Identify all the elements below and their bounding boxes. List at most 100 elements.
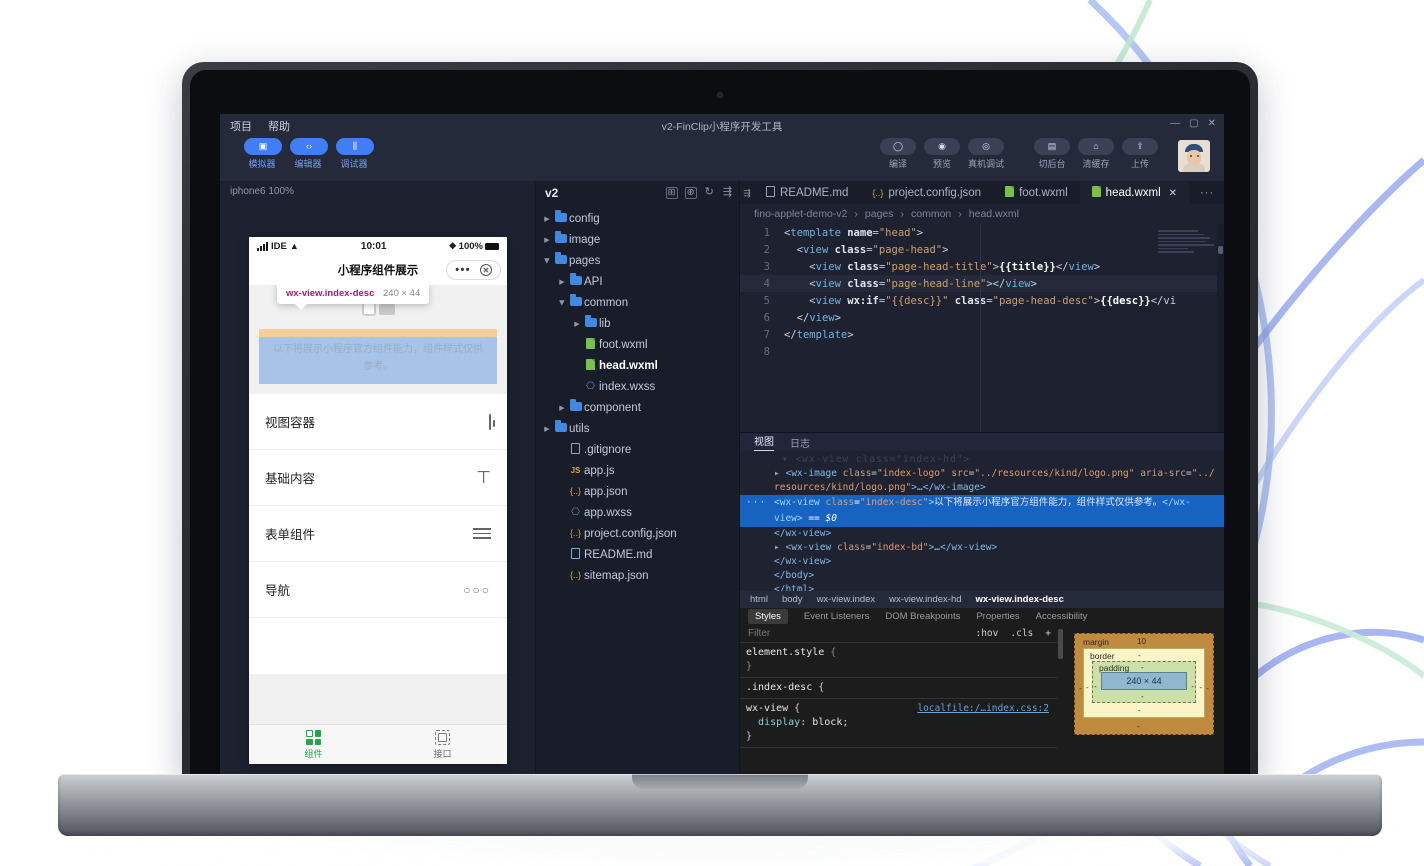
file-tree-item[interactable]: ▶⎔app.wxss xyxy=(536,502,739,523)
box-padding-left[interactable]: - xyxy=(1094,682,1097,691)
new-folder-icon[interactable]: ⊕ xyxy=(685,187,697,199)
minimize-button[interactable]: — xyxy=(1170,118,1180,129)
chevron-right-icon[interactable]: ▶ xyxy=(542,236,552,244)
file-tree-item[interactable]: ▶⎔index.wxss xyxy=(536,376,739,397)
box-margin-left[interactable]: - xyxy=(1079,684,1082,693)
dom-tree[interactable]: ▾ <wx-view class="index-hd">▸ <wx-image … xyxy=(740,451,1224,591)
debugger-toggle-button[interactable]: ⫼ 调试器 xyxy=(336,138,372,170)
styles-filter-bar[interactable]: Filter :hov .cls + xyxy=(740,625,1057,643)
code-line[interactable]: 3 <view class="page-head-title">{{title}… xyxy=(740,258,1224,275)
more-dots-icon[interactable]: ••• xyxy=(455,264,471,276)
close-tab-icon[interactable]: ✕ xyxy=(1169,188,1177,199)
maximize-button[interactable]: ▢ xyxy=(1189,118,1198,129)
window-controls[interactable]: — ▢ ✕ xyxy=(1170,118,1216,129)
css-rules-list[interactable]: element.style {}.index-desc {</span><br>… xyxy=(740,643,1057,748)
new-file-icon[interactable]: ⊞ xyxy=(666,187,678,199)
css-selector[interactable]: wx-view xyxy=(746,703,788,714)
chevron-right-icon[interactable]: ▶ xyxy=(542,425,552,433)
file-tree-item[interactable]: ▶image xyxy=(536,229,739,250)
box-padding-top[interactable]: - xyxy=(1141,663,1144,672)
css-rule[interactable]: .index-desc {</span><br>&nbsp;&nbsp;<spa… xyxy=(740,678,1057,699)
editor-scrollbar[interactable] xyxy=(1217,224,1224,432)
code-line[interactable]: 5 <view wx:if="{{desc}}" class="page-hea… xyxy=(740,292,1224,309)
background-button[interactable]: ▤ 切后台 xyxy=(1034,138,1070,170)
clear-cache-button[interactable]: ⌂ 清缓存 xyxy=(1078,138,1114,170)
styles-tab-bar[interactable]: Styles Event Listeners DOM Breakpoints Prop… xyxy=(740,608,1224,625)
styles-tab[interactable]: Event Listeners xyxy=(804,611,869,622)
chevron-right-icon[interactable]: ▶ xyxy=(572,320,582,328)
styles-tab[interactable]: Properties xyxy=(976,611,1019,622)
file-tree-item[interactable]: ▶foot.wxml xyxy=(536,334,739,355)
breadcrumb-segment[interactable]: fino-applet-demo-v2 xyxy=(754,208,847,220)
styles-tab[interactable]: Accessibility xyxy=(1036,611,1088,622)
tab-scroll-icon[interactable]: ⇶ xyxy=(740,182,754,204)
file-tree-item[interactable]: ▶lib xyxy=(536,313,739,334)
breadcrumb-segment[interactable]: head.wxml xyxy=(969,208,1019,220)
chevron-down-icon[interactable]: ▶ xyxy=(543,256,551,266)
file-tree-item[interactable]: ▶.gitignore xyxy=(536,439,739,460)
editor-tab[interactable]: head.wxml✕ xyxy=(1080,182,1189,204)
chevron-right-icon[interactable]: ▶ xyxy=(557,404,567,412)
file-tree[interactable]: ▶config▶image▶pages▶API▶common▶lib▶foot.… xyxy=(536,204,739,777)
dom-node[interactable]: ▸ <wx-view class="index-bd">…</wx-view> xyxy=(740,541,1224,555)
collapse-icon[interactable]: ⇶ xyxy=(722,187,733,199)
file-tree-item[interactable]: ▶README.md xyxy=(536,544,739,565)
cls-toggle[interactable]: .cls xyxy=(1004,628,1039,639)
dom-breadcrumb-item[interactable]: wx-view.index-hd xyxy=(889,594,961,605)
file-tree-item[interactable]: ▶common xyxy=(536,292,739,313)
tab-components[interactable]: 组件 xyxy=(249,725,378,764)
code-line[interactable]: 4 <view class="page-head-line"></view> xyxy=(740,275,1224,292)
dom-breadcrumb-item[interactable]: wx-view.index-desc xyxy=(976,594,1064,605)
preview-button[interactable]: ◉ 预览 xyxy=(924,138,960,170)
dom-breadcrumb[interactable]: htmlbodywx-view.indexwx-view.index-hdwx-… xyxy=(740,591,1224,608)
file-tree-item[interactable]: ▶{..}sitemap.json xyxy=(536,565,739,586)
device-debug-button[interactable]: ◎ 真机调试 xyxy=(968,138,1004,170)
box-border-left[interactable]: - xyxy=(1086,683,1089,692)
editor-tab[interactable]: README.md xyxy=(754,182,860,204)
devtools-view-tabs[interactable]: 视图日志 xyxy=(740,433,1224,451)
file-tree-item[interactable]: ▶{..}project.config.json xyxy=(536,523,739,544)
devtools-tab[interactable]: 日志 xyxy=(790,435,810,450)
file-explorer-actions[interactable]: ⊞ ⊕ ↻ ⇶ xyxy=(666,187,733,199)
editor-tab[interactable]: foot.wxml xyxy=(993,182,1080,204)
list-item[interactable]: 基础内容 ⊤ xyxy=(249,450,507,506)
file-tree-item[interactable]: ▶config xyxy=(536,208,739,229)
capsule-buttons[interactable]: ••• ✕ xyxy=(446,260,501,280)
breadcrumb-segment[interactable]: common xyxy=(911,208,951,220)
code-editor[interactable]: 1<template name="head">2 <view class="pa… xyxy=(740,224,1224,432)
dom-node[interactable]: view> == $0 xyxy=(740,511,1224,527)
list-item[interactable]: 视图容器 xyxy=(249,394,507,450)
styles-scrollbar[interactable] xyxy=(1057,625,1064,777)
dom-breadcrumb-item[interactable]: html xyxy=(750,594,768,605)
dom-breadcrumb-item[interactable]: body xyxy=(782,594,803,605)
editor-toggle-button[interactable]: ‹› 编辑器 xyxy=(290,138,326,170)
file-tree-item[interactable]: ▶head.wxml xyxy=(536,355,739,376)
phone-simulator[interactable]: IDE ▲ 10:01 ❖ 100% xyxy=(249,237,507,764)
code-line[interactable]: 8 xyxy=(740,343,1224,360)
box-border-top[interactable]: - xyxy=(1138,651,1141,660)
close-button[interactable]: ✕ xyxy=(1208,118,1216,129)
dom-node[interactable]: </wx-view> xyxy=(740,527,1224,541)
box-border-bottom[interactable]: - xyxy=(1138,706,1141,715)
minimap[interactable] xyxy=(1158,230,1216,426)
breadcrumb-segment[interactable]: pages xyxy=(865,208,894,220)
dom-overflow-icon[interactable]: ··· xyxy=(746,496,766,510)
user-avatar[interactable] xyxy=(1178,140,1210,172)
styles-tab[interactable]: Styles xyxy=(748,609,788,624)
code-line[interactable]: 1<template name="head"> xyxy=(740,224,1224,241)
file-tree-item[interactable]: ▶API xyxy=(536,271,739,292)
css-rule[interactable]: wx-view {localfile:/…index.css:2 display… xyxy=(740,699,1057,748)
styles-tab[interactable]: DOM Breakpoints xyxy=(885,611,960,622)
box-margin-top[interactable]: 10 xyxy=(1137,637,1146,646)
box-margin-bottom[interactable]: - xyxy=(1137,722,1140,731)
compile-button[interactable]: ◯ 编译 xyxy=(880,138,916,170)
upload-button[interactable]: ⇪ 上传 xyxy=(1122,138,1158,170)
file-tree-item[interactable]: ▶{..}app.json xyxy=(536,481,739,502)
box-margin-right[interactable]: - xyxy=(1206,684,1209,693)
css-property[interactable]: display xyxy=(758,717,800,728)
simulator-toggle-button[interactable]: ▣ 模拟器 xyxy=(244,138,280,170)
chevron-right-icon[interactable]: ▶ xyxy=(542,215,552,223)
chevron-down-icon[interactable]: ▶ xyxy=(558,298,566,308)
editor-tab[interactable]: {..}project.config.json xyxy=(860,182,993,204)
dom-node[interactable]: <wx-view class="index-desc">以下将展示小程序官方组件… xyxy=(740,495,1224,511)
